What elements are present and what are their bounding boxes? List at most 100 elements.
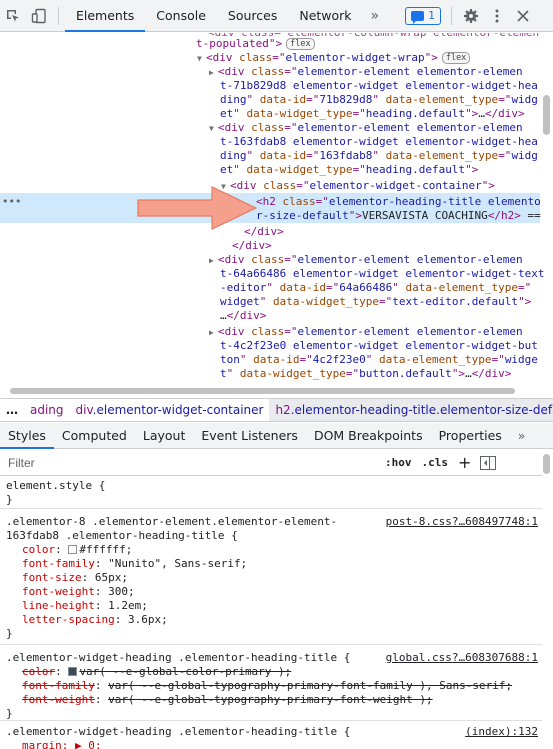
dom-token: " bbox=[239, 353, 254, 366]
tab-network[interactable]: Network bbox=[288, 0, 362, 32]
rule-selector[interactable]: .elementor-8 .elementor-element.elemento… bbox=[6, 515, 337, 529]
issues-badge[interactable]: 1 bbox=[405, 6, 442, 25]
dom-token: t-4c2f23e0 elementor-widget elementor-wi… bbox=[220, 339, 538, 352]
tab-layout[interactable]: Layout bbox=[135, 423, 194, 449]
dom-token: =" bbox=[284, 253, 298, 266]
breadcrumb-item[interactable]: ading bbox=[24, 403, 70, 417]
tab-computed[interactable]: Computed bbox=[54, 423, 135, 449]
expand-triangle-open-icon[interactable]: ▼ bbox=[197, 52, 206, 66]
tab-dom-breakpoints[interactable]: DOM Breakpoints bbox=[306, 423, 431, 449]
style-property[interactable]: line-height: 1.2em; bbox=[22, 599, 148, 613]
inspect-element-icon[interactable] bbox=[0, 0, 26, 32]
dom-token: data-element_type bbox=[385, 149, 499, 162]
dom-token: =" bbox=[378, 295, 393, 308]
rule-close-brace: } bbox=[6, 707, 13, 720]
dom-token: text-editor.default bbox=[392, 295, 519, 308]
styles-filter-input[interactable] bbox=[0, 455, 380, 470]
dom-node-line[interactable]: <h2 class="elementor-heading-title eleme… bbox=[256, 195, 541, 209]
device-toolbar-icon[interactable] bbox=[26, 0, 52, 32]
settings-gear-icon[interactable] bbox=[458, 0, 484, 32]
style-property[interactable]: font-family: "Nunito", Sans-serif; bbox=[22, 557, 247, 571]
tab-styles[interactable]: Styles bbox=[0, 423, 54, 449]
dom-token: =" bbox=[491, 353, 505, 366]
dom-node-line[interactable]: </div> bbox=[244, 225, 539, 239]
dom-token: =" bbox=[284, 325, 298, 338]
style-property[interactable]: font-weight: 300; bbox=[22, 585, 135, 599]
dom-token: " bbox=[266, 281, 280, 294]
color-swatch[interactable] bbox=[68, 545, 78, 554]
rule-selector[interactable]: element.style { bbox=[6, 479, 105, 493]
rule-source-link[interactable]: global.css?…608307688:1 bbox=[386, 651, 538, 665]
dom-token: t-163fdab8 elementor-widget elementor-wi… bbox=[220, 135, 538, 148]
color-swatch[interactable] bbox=[68, 667, 78, 676]
dom-node-line[interactable]: t" data-widget_type="button.default">…</… bbox=[220, 367, 539, 381]
flex-badge[interactable]: flex bbox=[441, 52, 471, 64]
more-options-icon[interactable] bbox=[484, 0, 510, 32]
dom-token: t bbox=[220, 367, 227, 380]
tab-event-listeners[interactable]: Event Listeners bbox=[193, 423, 306, 449]
rule-close-brace: } bbox=[6, 627, 13, 640]
close-icon[interactable] bbox=[510, 0, 536, 32]
dom-node-line[interactable]: …</div> bbox=[220, 309, 539, 323]
rule-selector[interactable]: .elementor-widget-heading .elementor-hea… bbox=[6, 725, 350, 739]
dom-node-line[interactable]: ▼ <div class="elementor-widget-wrap"> flex bbox=[197, 51, 539, 65]
dom-node-line[interactable]: t-163fdab8 elementor-widget elementor-wi… bbox=[220, 135, 539, 149]
cls-toggle[interactable]: .cls bbox=[417, 456, 454, 469]
dom-horizontal-scrollbar[interactable] bbox=[0, 385, 553, 397]
toggle-element-state-icon[interactable] bbox=[480, 455, 497, 471]
property-colon: : bbox=[55, 543, 69, 556]
breadcrumb-item-selected[interactable]: h2 .elementor-heading-title.elementor-siz… bbox=[269, 399, 553, 421]
property-colon: : bbox=[81, 571, 95, 584]
style-property[interactable]: letter-spacing: 3.6px; bbox=[22, 613, 168, 627]
rule-source-link[interactable]: post-8.css?…608497748:1 bbox=[386, 515, 538, 529]
breadcrumb-overflow[interactable]: … bbox=[0, 403, 24, 417]
style-property[interactable]: margin: ▶ 0; bbox=[22, 739, 101, 749]
breadcrumb-item[interactable]: div.elementor-widget-container bbox=[70, 403, 270, 417]
dom-node-line[interactable]: ▶ <div class="elementor-element elementor… bbox=[209, 253, 539, 267]
dom-node-line[interactable]: t-64a66486 elementor-widget elementor-wi… bbox=[220, 267, 545, 281]
dom-node-line[interactable]: ▶ <div class="elementor-element elementor… bbox=[209, 65, 539, 79]
dom-node-line[interactable]: ding" data-id="163fdab8" data-element_ty… bbox=[220, 149, 539, 163]
style-property[interactable]: color: #ffffff; bbox=[22, 543, 132, 557]
dom-node-line[interactable]: ton" data-id="4c2f23e0" data-element_typ… bbox=[220, 353, 539, 367]
expand-triangle-closed-icon[interactable]: ▶ bbox=[209, 254, 218, 268]
new-style-rule-button[interactable]: + bbox=[453, 453, 476, 472]
dom-token: "> bbox=[348, 209, 362, 222]
dom-token: et bbox=[220, 163, 234, 176]
style-property[interactable]: color: var( --e-global-color-primary ); bbox=[22, 665, 291, 679]
property-value: #ffffff; bbox=[79, 543, 133, 556]
rule-selector[interactable]: .elementor-widget-heading .elementor-hea… bbox=[6, 651, 350, 665]
styles-vertical-scrollbar[interactable] bbox=[542, 450, 551, 749]
dom-node-line[interactable]: r-size-default">VERSAVISTA COACHING</h2>… bbox=[256, 209, 541, 223]
expand-triangle-open-icon[interactable]: ▼ bbox=[209, 122, 218, 136]
dom-node-line[interactable]: </div> bbox=[232, 239, 539, 253]
expand-triangle-closed-icon[interactable]: ▶ bbox=[209, 326, 218, 340]
dom-node-line[interactable]: et" data-widget_type="heading.default"> bbox=[220, 163, 539, 177]
tab-console[interactable]: Console bbox=[145, 0, 217, 32]
rule-source-link[interactable]: (index):132 bbox=[465, 725, 538, 739]
dom-node-line[interactable]: ▶ <div class="elementor-element elementor… bbox=[209, 325, 539, 339]
dom-node-line[interactable]: t-71b829d8 elementor-widget elementor-wi… bbox=[220, 79, 539, 93]
dom-vertical-scrollbar[interactable] bbox=[542, 33, 551, 373]
style-property[interactable]: font-weight: var( --e-global-typography-… bbox=[22, 693, 433, 707]
dom-node-line[interactable]: -editor" data-id="64a66486" data-element… bbox=[220, 281, 539, 295]
node-actions-dots[interactable]: ••• bbox=[2, 195, 21, 208]
more-sidebar-tabs-button[interactable]: » bbox=[510, 423, 534, 449]
dom-node-line[interactable]: et" data-widget_type="heading.default">…… bbox=[220, 107, 539, 121]
more-tabs-button[interactable]: » bbox=[363, 0, 388, 32]
expand-triangle-closed-icon[interactable]: ▶ bbox=[209, 66, 218, 80]
rule-selector[interactable]: 163fdab8 .elementor-heading-title { bbox=[6, 529, 238, 543]
hov-toggle[interactable]: :hov bbox=[380, 456, 417, 469]
dom-node-line[interactable]: ▼ <div class="elementor-widget-container"… bbox=[221, 179, 539, 193]
dom-node-line[interactable]: t-4c2f23e0 elementor-widget elementor-wi… bbox=[220, 339, 539, 353]
tab-sources[interactable]: Sources bbox=[217, 0, 288, 32]
dom-node-line[interactable]: ding" data-id="71b829d8" data-element_ty… bbox=[220, 93, 539, 107]
tab-properties[interactable]: Properties bbox=[431, 423, 510, 449]
dom-line-clipped: <div class="elementor-column-wrap elemen… bbox=[208, 33, 539, 40]
annotation-arrow bbox=[137, 186, 258, 230]
dom-node-line[interactable]: ▼ <div class="elementor-element elementor… bbox=[209, 121, 539, 135]
tab-elements[interactable]: Elements bbox=[65, 0, 146, 32]
style-property[interactable]: font-size: 65px; bbox=[22, 571, 128, 585]
dom-node-line[interactable]: widget" data-widget_type="text-editor.de… bbox=[220, 295, 539, 309]
style-property[interactable]: font-family: var( --e-global-typography-… bbox=[22, 679, 512, 693]
